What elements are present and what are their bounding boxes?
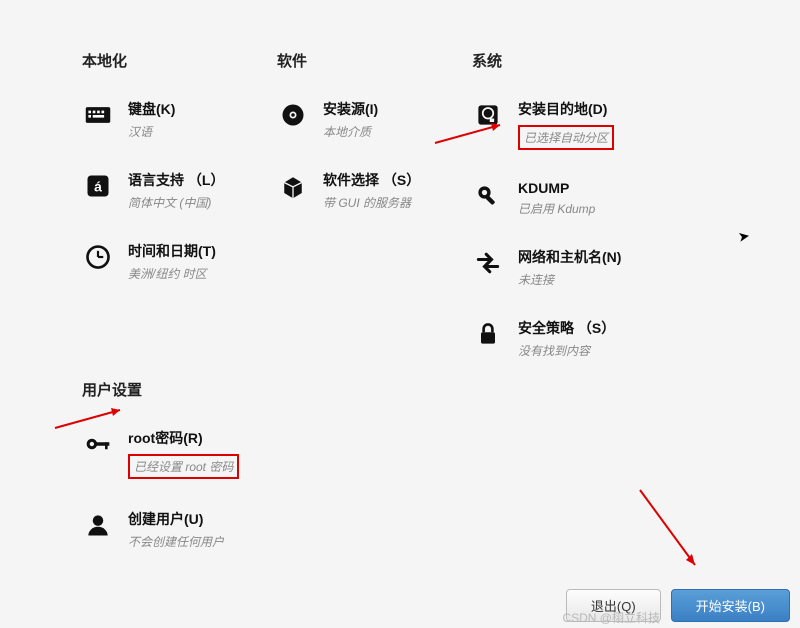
localization-column: 本地化 键盘(K) 汉语 á 语言支持 （L） 简体中文 (中国): [82, 50, 277, 389]
destination-spoke[interactable]: 安装目的地(D) 已选择自动分区: [472, 99, 692, 150]
system-title: 系统: [472, 50, 692, 71]
network-status: 未连接: [518, 271, 621, 288]
user-title: 用户设置: [82, 379, 770, 400]
watermark: CSDN @栩立科技: [562, 609, 660, 626]
system-column: 系统 安装目的地(D) 已选择自动分区 KDUMP 已启用 Kdump: [472, 50, 692, 389]
datetime-title: 时间和日期(T): [128, 241, 216, 261]
usercreate-title: 创建用户(U): [128, 509, 224, 529]
lock-icon: [472, 318, 504, 350]
security-spoke[interactable]: 安全策略 （S） 没有找到内容: [472, 318, 692, 359]
user-icon: [82, 509, 114, 541]
language-icon: á: [82, 170, 114, 202]
language-status: 简体中文 (中国): [128, 194, 224, 211]
language-spoke[interactable]: á 语言支持 （L） 简体中文 (中国): [82, 170, 277, 211]
user-section: 用户设置 root密码(R) 已经设置 root 密码 创建用户(U) 不会创建…: [82, 379, 770, 580]
keyboard-title: 键盘(K): [128, 99, 175, 119]
svg-text:á: á: [94, 178, 102, 194]
destination-status: 已选择自动分区: [518, 125, 614, 150]
software-sel-spoke[interactable]: 软件选择 （S） 带 GUI 的服务器: [277, 170, 472, 211]
language-title: 语言支持 （L）: [128, 170, 224, 190]
datetime-spoke[interactable]: 时间和日期(T) 美洲/纽约 时区: [82, 241, 277, 282]
security-title: 安全策略 （S）: [518, 318, 615, 338]
software-title: 软件: [277, 50, 472, 71]
usercreate-spoke[interactable]: 创建用户(U) 不会创建任何用户: [82, 509, 770, 550]
source-title: 安装源(I): [323, 99, 378, 119]
software-column: 软件 安装源(I) 本地介质 软件选择 （S） 带 GUI 的服务器: [277, 50, 472, 389]
keyboard-status: 汉语: [128, 123, 175, 140]
clock-icon: [82, 241, 114, 273]
security-status: 没有找到内容: [518, 342, 615, 359]
network-icon: [472, 247, 504, 279]
kdump-spoke[interactable]: KDUMP 已启用 Kdump: [472, 180, 692, 217]
keyboard-icon: [82, 99, 114, 131]
disk-icon: [472, 99, 504, 131]
kdump-title: KDUMP: [518, 180, 595, 196]
software-sel-title: 软件选择 （S）: [323, 170, 420, 190]
rootpw-status: 已经设置 root 密码: [128, 454, 239, 479]
localization-title: 本地化: [82, 50, 277, 71]
disc-icon: [277, 99, 309, 131]
network-spoke[interactable]: 网络和主机名(N) 未连接: [472, 247, 692, 288]
key-icon: [82, 428, 114, 460]
wrench-icon: [472, 180, 504, 212]
source-status: 本地介质: [323, 123, 378, 140]
rootpw-spoke[interactable]: root密码(R) 已经设置 root 密码: [82, 428, 770, 479]
mouse-cursor: ➤: [737, 227, 752, 246]
kdump-status: 已启用 Kdump: [518, 200, 595, 217]
network-title: 网络和主机名(N): [518, 247, 621, 267]
rootpw-title: root密码(R): [128, 428, 239, 448]
destination-title: 安装目的地(D): [518, 99, 614, 119]
begin-install-button[interactable]: 开始安装(B): [671, 589, 790, 622]
package-icon: [277, 170, 309, 202]
keyboard-spoke[interactable]: 键盘(K) 汉语: [82, 99, 277, 140]
software-sel-status: 带 GUI 的服务器: [323, 194, 420, 211]
usercreate-status: 不会创建任何用户: [128, 533, 224, 550]
datetime-status: 美洲/纽约 时区: [128, 265, 216, 282]
source-spoke[interactable]: 安装源(I) 本地介质: [277, 99, 472, 140]
